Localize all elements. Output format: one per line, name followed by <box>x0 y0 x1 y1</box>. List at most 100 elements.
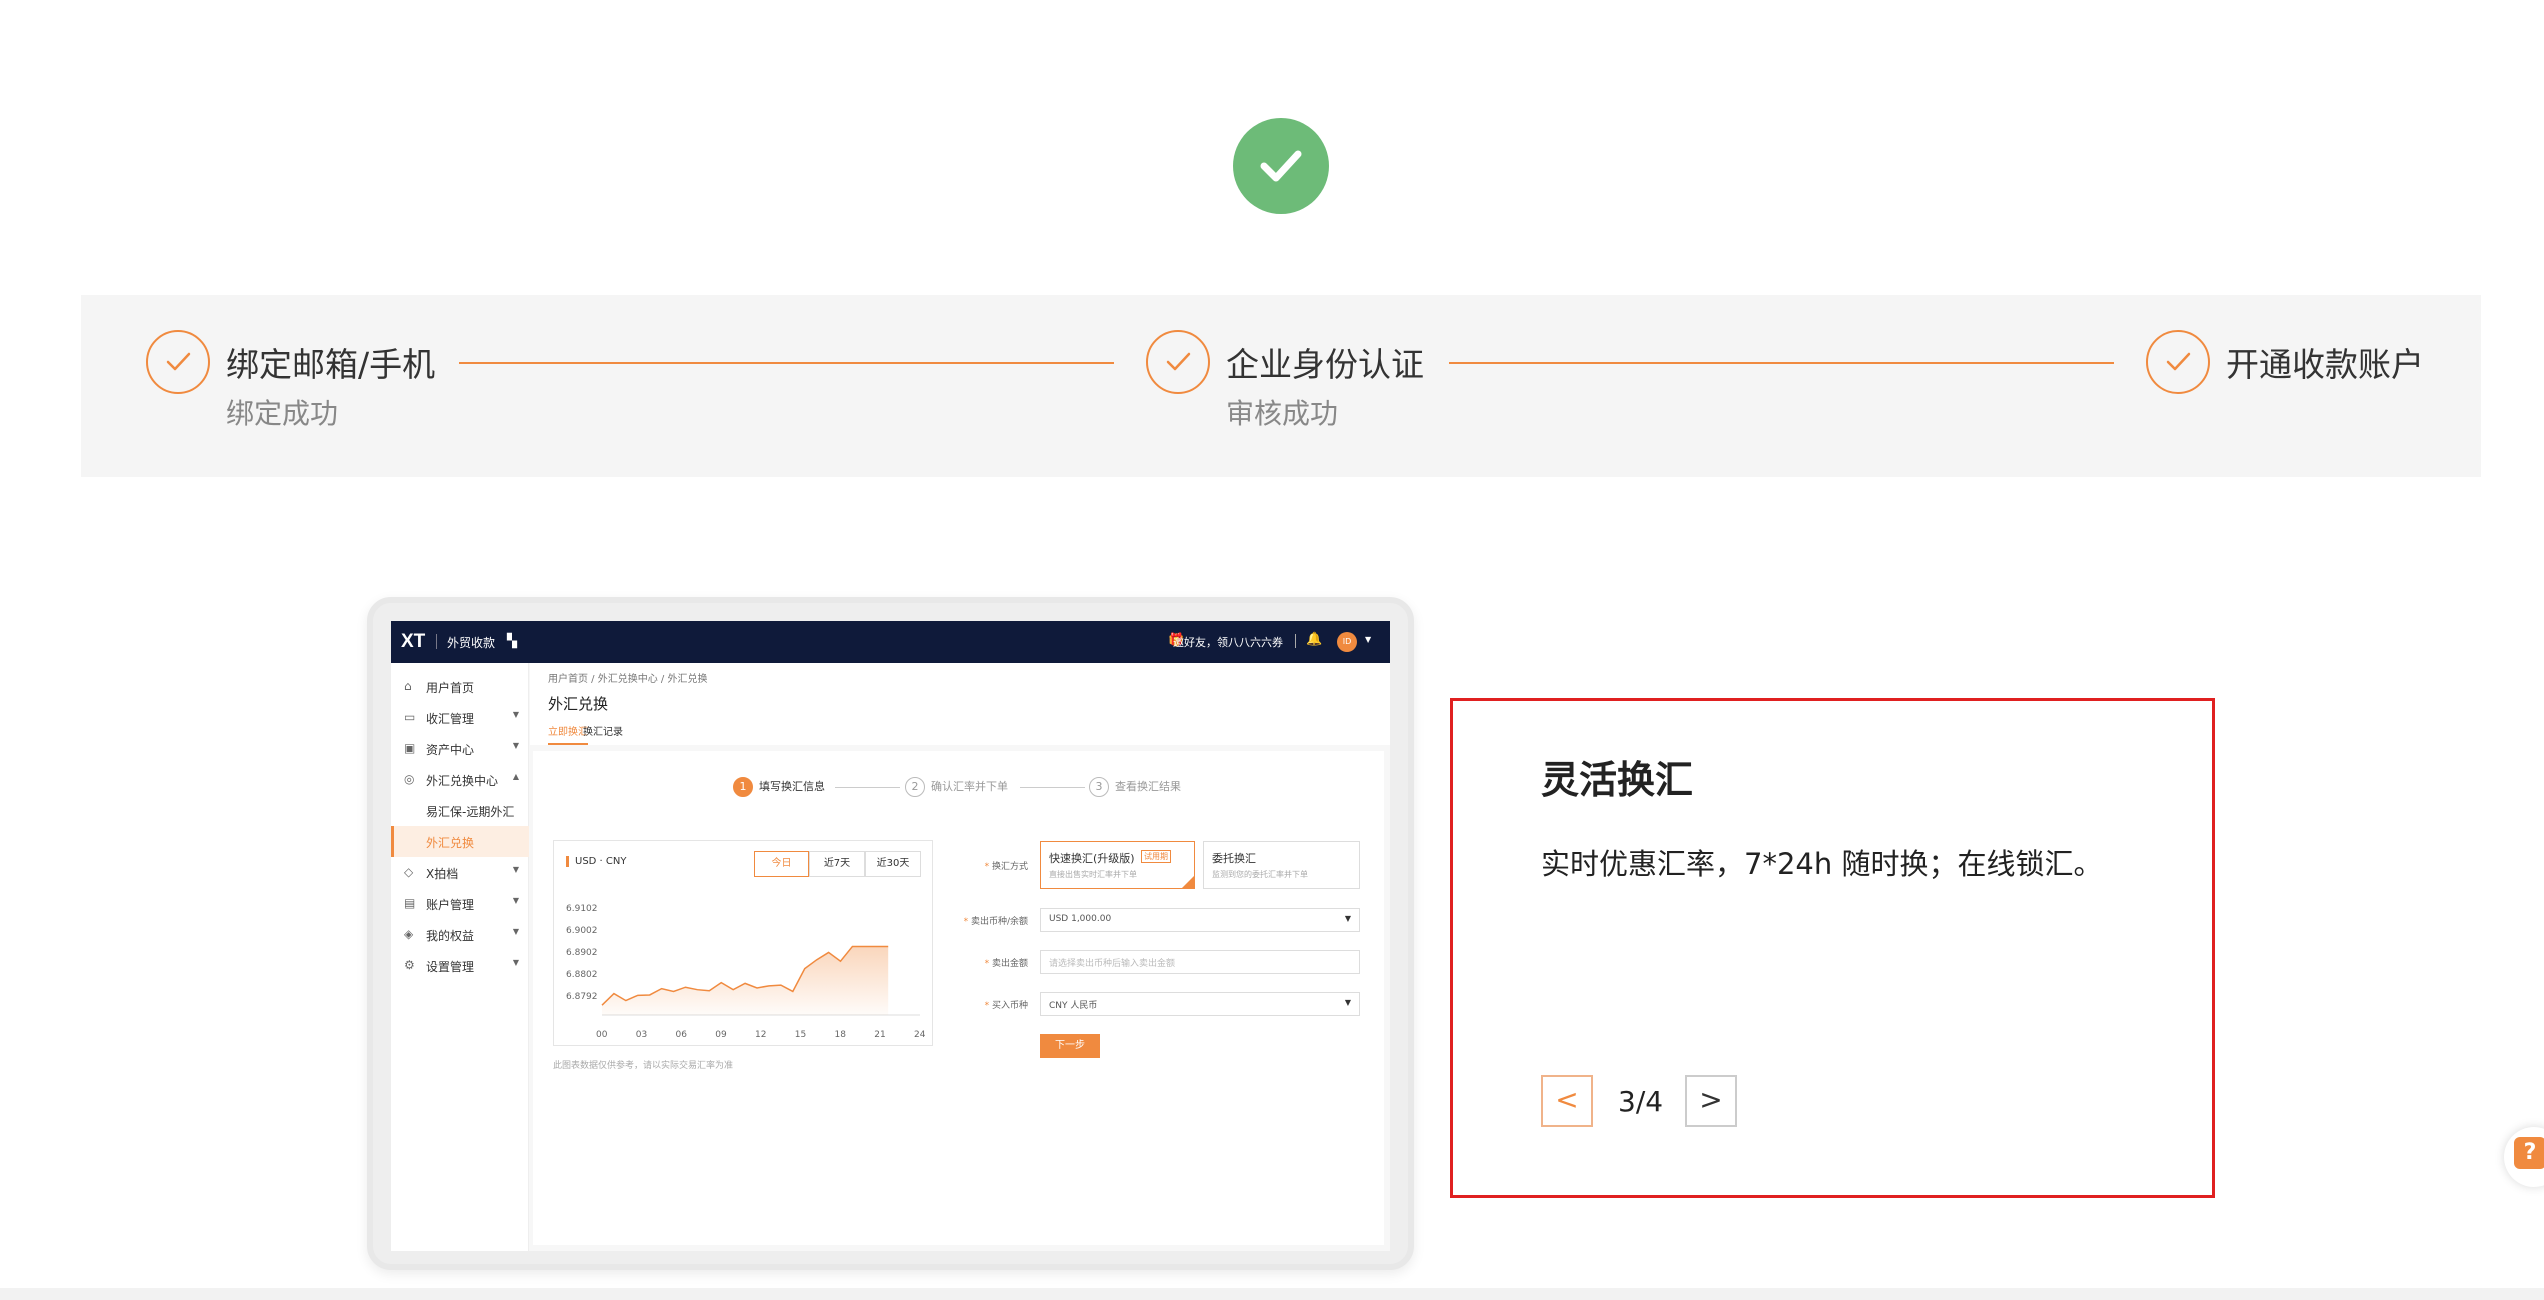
x-tick-label: 12 <box>755 1030 766 1040</box>
next-slide-button[interactable]: > <box>1685 1075 1737 1127</box>
chevron-down-icon: ▼ <box>512 710 519 719</box>
sidebar-item-label: 设置管理 <box>426 960 475 974</box>
sidebar-item-account: ▤ 账户管理 ▼ <box>391 888 529 919</box>
apps-icon: ▚ <box>507 634 517 649</box>
diamond-icon: ◇ <box>404 865 414 879</box>
page: 绑定邮箱/手机 绑定成功 企业身份认证 审核成功 开通收款账户 XT 外贸收款 <box>0 0 2544 1300</box>
option-entrust-exchange: 委托换汇 监测到您的委托汇率并下单 <box>1203 841 1360 889</box>
sidebar-item-label: 我的权益 <box>426 929 475 943</box>
sell-amount-input: 请选择卖出币种后输入卖出金额 <box>1040 950 1360 974</box>
chevron-up-icon: ▲ <box>512 772 519 781</box>
chevron-down-icon: ▼ <box>512 865 519 874</box>
flow-step-2: 2 确认汇率并下单 <box>905 777 1008 797</box>
sidebar-subitem-forward: 易汇保-远期外汇 <box>391 795 529 826</box>
x-tick-label: 21 <box>874 1030 885 1040</box>
step-title: 开通收款账户 <box>2226 345 2424 384</box>
x-tick-label: 00 <box>596 1030 608 1040</box>
sidebar-item-label: 用户首页 <box>426 681 475 695</box>
field-label: * 卖出金额 <box>984 959 1028 969</box>
sidebar-item-receive: ▭ 收汇管理 ▼ <box>391 702 529 733</box>
chevron-down-icon: ▼ <box>1344 998 1351 1007</box>
bell-icon: 🔔 <box>1306 632 1323 647</box>
preview-sidebar: ⌂ 用户首页 ▭ 收汇管理 ▼ ▣ 资产中心 ▼ ◎ 外汇兑换中心 ▲ 易汇保-… <box>391 663 529 1251</box>
help-button[interactable]: ? <box>2504 1127 2544 1187</box>
step-status: 审核成功 <box>1226 397 1339 430</box>
check-icon <box>146 330 210 394</box>
field-label: * 买入币种 <box>984 1001 1028 1011</box>
step-status: 绑定成功 <box>226 397 339 430</box>
x-tick-label: 06 <box>676 1030 688 1040</box>
receive-icon: ▭ <box>404 710 416 724</box>
chevron-down-icon: ▼ <box>512 958 519 967</box>
step-connector <box>1449 362 2114 364</box>
preview-header: 用户首页 / 外汇兑换中心 / 外汇兑换 外汇兑换 立即换汇 换汇记录 <box>530 663 1390 745</box>
chevron-down-icon: ▼ <box>512 927 519 936</box>
y-tick-label: 6.9002 <box>566 926 598 936</box>
flow-step-1: 1 填写换汇信息 <box>733 777 825 797</box>
currency-pair: USD · CNY <box>566 856 627 867</box>
sidebar-item-label: 外汇兑换 <box>426 836 475 850</box>
slide-counter: 3/4 <box>1618 1085 1664 1118</box>
flow-step-3: 3 查看换汇结果 <box>1089 777 1181 797</box>
sidebar-item-label: 账户管理 <box>426 898 475 912</box>
y-tick-label: 6.9102 <box>566 904 598 914</box>
flow-connector <box>1020 787 1085 788</box>
badge: 试用期 <box>1141 850 1171 863</box>
preview-topbar: XT 外贸收款 ▚ 🎁 邀好友，领八八六六券 🔔 ID ▼ <box>391 621 1390 663</box>
tab-exchange-records: 换汇记录 <box>583 727 623 738</box>
feature-description: 实时优惠汇率，7*24h 随时换；在线锁汇。 <box>1541 847 2103 881</box>
sidebar-item-label: 易汇保-远期外汇 <box>426 805 515 819</box>
selected-corner-icon <box>1182 876 1194 888</box>
avatar: ID <box>1337 632 1357 652</box>
y-tick-label: 6.8802 <box>566 970 598 980</box>
x-tick-label: 15 <box>795 1030 806 1040</box>
settings-icon: ⚙ <box>404 958 415 972</box>
step-connector <box>459 362 1114 364</box>
preview-content: 用户首页 / 外汇兑换中心 / 外汇兑换 外汇兑换 立即换汇 换汇记录 1 填写换… <box>530 663 1390 1251</box>
sidebar-item-xpartner: ◇ X拍档 ▼ <box>391 857 529 888</box>
preview-body: 1 填写换汇信息 2 确认汇率并下单 3 查看换汇结果 USD · CNY 今日 近7… <box>533 751 1384 1245</box>
y-tick-label: 6.8902 <box>566 948 598 958</box>
page-title: 外汇兑换 <box>548 695 609 713</box>
help-icon: ? <box>2514 1137 2544 1169</box>
chart-disclaimer: 此图表数据仅供参考，请以实际交易汇率为准 <box>553 1061 734 1071</box>
x-tick-label: 24 <box>914 1030 926 1040</box>
field-label: * 卖出币种/余额 <box>963 917 1028 927</box>
field-label: * 换汇方式 <box>984 862 1028 872</box>
range-today: 今日 <box>754 851 809 877</box>
sidebar-item-home: ⌂ 用户首页 <box>391 671 529 702</box>
rate-chart-panel: USD · CNY 今日 近7天 近30天 6.9102 6.9002 6.8902… <box>553 840 933 1046</box>
sidebar-item-label: 收汇管理 <box>426 712 475 726</box>
page-bottom-edge <box>0 1288 2544 1300</box>
range-30-days: 近30天 <box>865 851 921 877</box>
sell-currency-select: USD 1,000.00 ▼ <box>1040 908 1360 932</box>
sidebar-item-assets: ▣ 资产中心 ▼ <box>391 733 529 764</box>
sidebar-item-settings: ⚙ 设置管理 ▼ <box>391 950 529 981</box>
chevron-down-icon: ▼ <box>512 741 519 750</box>
sidebar-item-label: 外汇兑换中心 <box>426 774 499 788</box>
step-title: 绑定邮箱/手机 <box>226 345 436 384</box>
wallet-icon: ▣ <box>404 741 416 755</box>
chevron-down-icon: ▼ <box>1344 914 1351 923</box>
buy-currency-select: CNY 人民币 ▼ <box>1040 992 1360 1016</box>
tab-exchange-now: 立即换汇 <box>548 723 588 745</box>
option-fast-exchange: 快速换汇(升级版) 试用期 直接出售实时汇率并下单 <box>1040 841 1195 889</box>
feature-info-panel: 灵活换汇 实时优惠汇率，7*24h 随时换；在线锁汇。 < 3/4 > <box>1450 698 2215 1198</box>
exchange-icon: ◎ <box>404 772 415 786</box>
gift-icon: ◈ <box>404 927 414 941</box>
breadcrumb: 用户首页 / 外汇兑换中心 / 外汇兑换 <box>548 674 708 685</box>
step-title: 企业身份认证 <box>1226 345 1424 384</box>
prev-button[interactable]: < <box>1541 1075 1593 1127</box>
next-button: 下一步 <box>1040 1034 1100 1058</box>
divider <box>436 634 437 649</box>
preview-screen: XT 外贸收款 ▚ 🎁 邀好友，领八八六六券 🔔 ID ▼ ⌂ 用户首页 ▭ 收… <box>391 621 1390 1251</box>
logo: XT <box>401 631 426 652</box>
rate-area-fill <box>602 946 889 1015</box>
x-tick-label: 09 <box>715 1030 727 1040</box>
divider <box>1295 634 1296 648</box>
progress-steps: 绑定邮箱/手机 绑定成功 企业身份认证 审核成功 开通收款账户 <box>81 295 2481 477</box>
chevron-down-icon: ▼ <box>1365 635 1372 644</box>
chevron-down-icon: ▼ <box>512 896 519 905</box>
sidebar-item-label: X拍档 <box>426 867 459 881</box>
rate-chart: 6.9102 6.9002 6.8902 6.8802 6.8792 00 03 06 09 12… <box>566 904 926 1040</box>
